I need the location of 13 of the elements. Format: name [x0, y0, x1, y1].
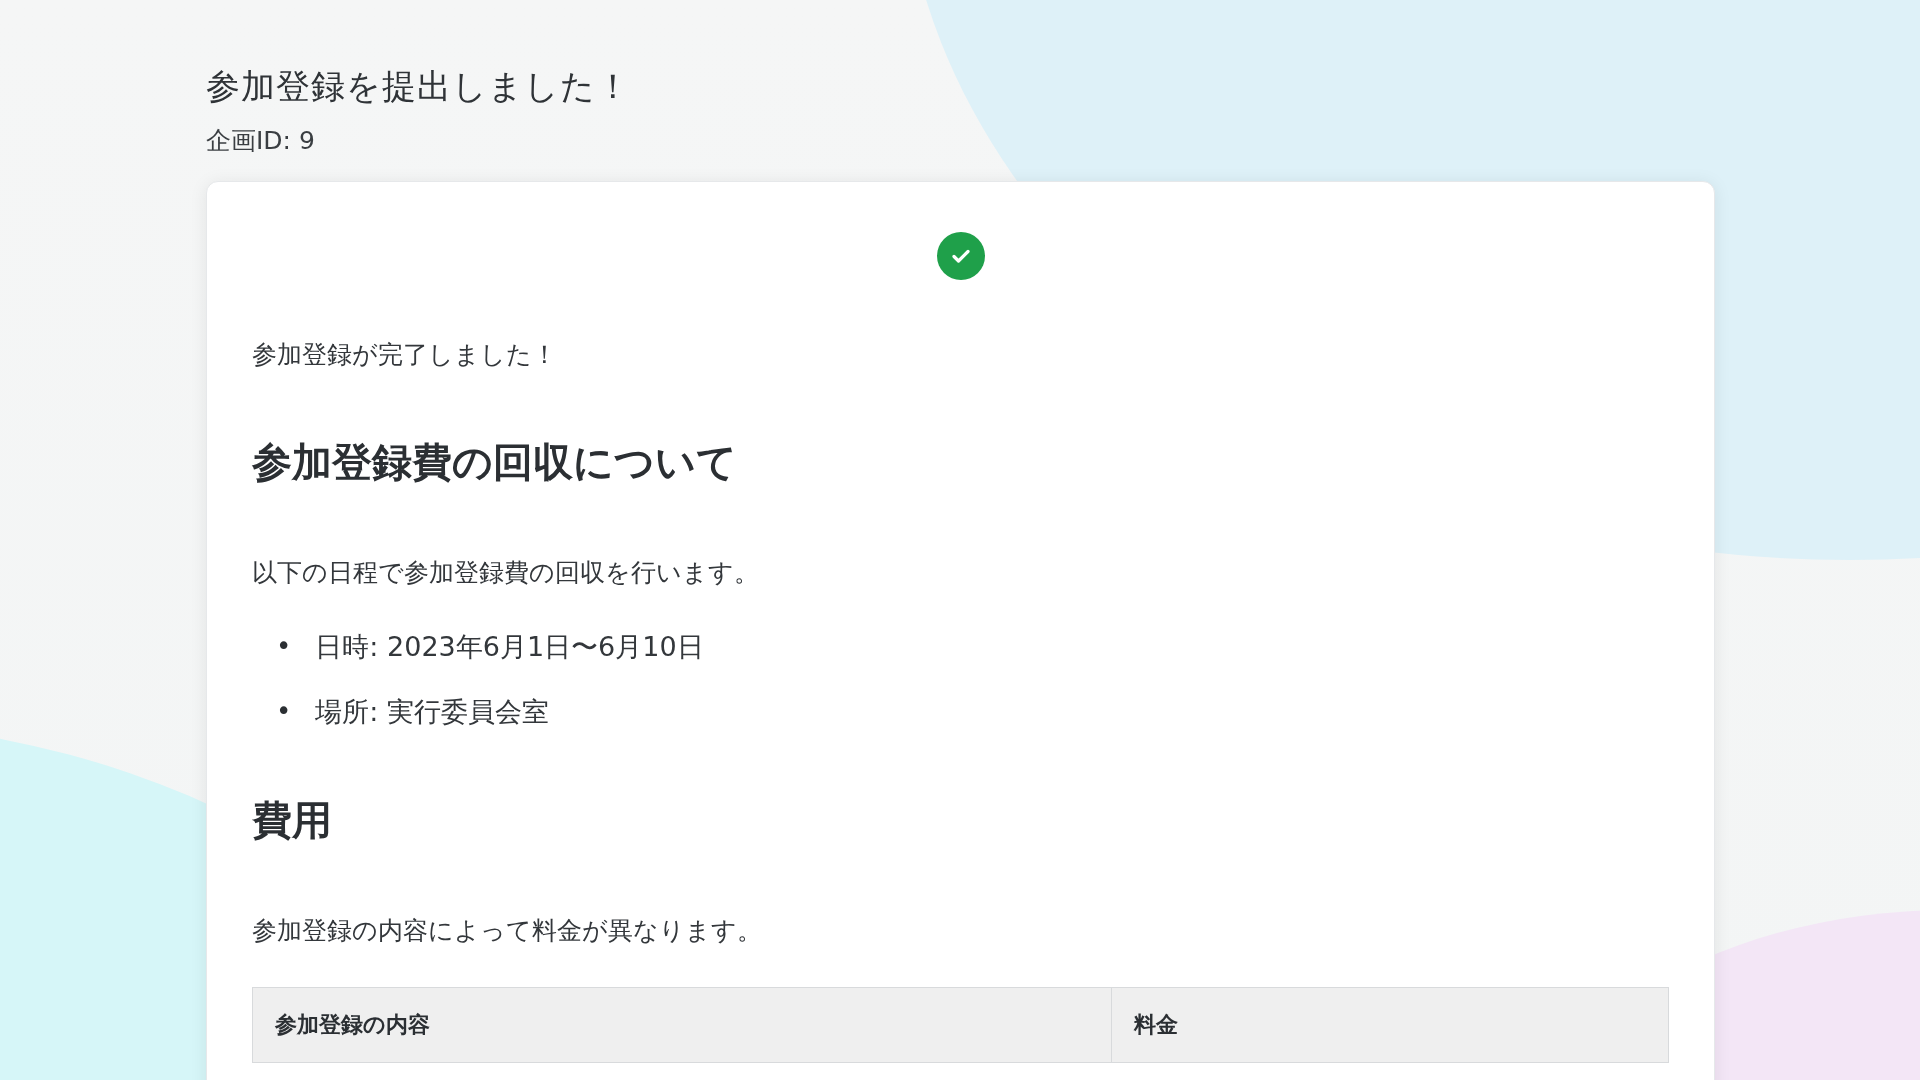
bullet-marker: • — [276, 629, 292, 663]
section-heading: 費用 — [252, 796, 333, 846]
table-header-cell-text: 参加登録の内容 — [274, 1011, 431, 1040]
table-header-cell: 料金 — [1111, 988, 1668, 1063]
page-title: 参加登録を提出しました！ — [206, 65, 632, 108]
bullet-item: 日時: 2023年6月1日〜6月10日 — [315, 630, 704, 664]
completion-message: 参加登録が完了しました！ — [252, 339, 558, 371]
section-heading: 参加登録費の回収について — [252, 438, 738, 487]
bullet-item: 場所: 実行委員会室 — [315, 695, 550, 730]
project-id: 企画ID: 9 — [206, 125, 316, 157]
bullet-marker: • — [276, 694, 292, 728]
section-paragraph: 参加登録の内容によって料金が異なります。 — [252, 915, 763, 948]
section-paragraph: 以下の日程で参加登録費の回収を行います。 — [252, 557, 760, 589]
